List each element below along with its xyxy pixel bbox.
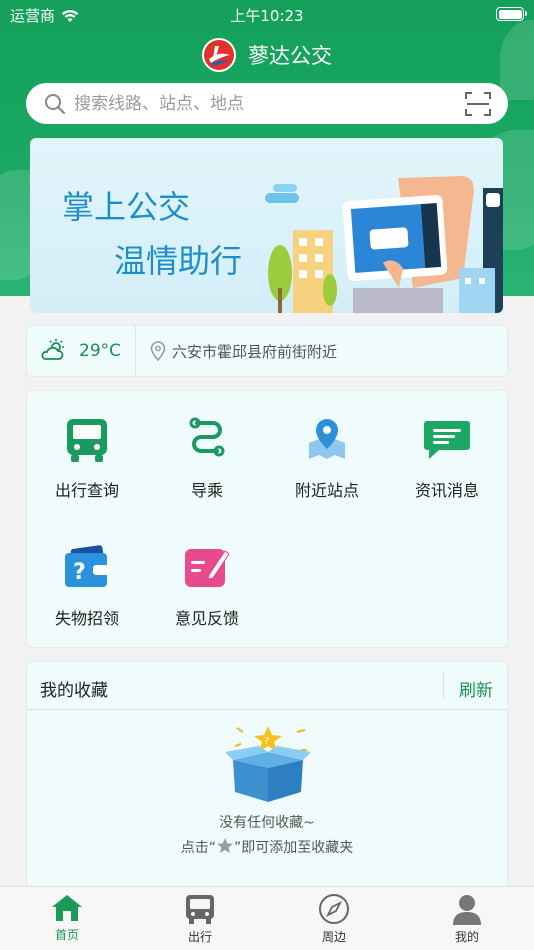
app-title: 蓼达公交: [248, 44, 332, 68]
tab-label: 首页: [54, 928, 79, 942]
favorites-empty-title: 没有任何收藏~: [219, 815, 315, 831]
bus-icon: [67, 419, 107, 462]
tab-label: 出行: [187, 930, 212, 944]
favorites-header-divider: [443, 672, 444, 698]
favorites-card: 我的收藏 刷新 ? 没有任何收藏~ 点击“ ”即可添加至收藏夹: [26, 661, 508, 891]
promo-banner[interactable]: 掌上公交 温情助行: [30, 138, 503, 313]
search-input[interactable]: [74, 93, 434, 114]
menu-lost-found[interactable]: ? 失物招领: [27, 545, 147, 629]
edit-icon: [185, 549, 230, 587]
partly-cloudy-icon: [41, 339, 64, 360]
tab-label: 我的: [454, 930, 479, 944]
tab-mine[interactable]: 我的: [417, 893, 517, 945]
location-info[interactable]: 六安市霍邱县府前街附近: [150, 341, 337, 362]
weather-temperature: 29°C: [79, 341, 122, 361]
tab-nearby[interactable]: 周边: [284, 893, 384, 945]
wallet-question-icon: ?: [65, 545, 109, 587]
menu-guide[interactable]: 导乘: [147, 417, 267, 501]
bottom-tab-bar: 首页 出行 周边 我的: [0, 886, 534, 950]
route-icon: [189, 417, 225, 457]
scan-icon[interactable]: [464, 91, 492, 117]
status-time: 上午10:23: [230, 7, 304, 25]
empty-box-icon: ?: [225, 726, 311, 802]
favorites-title: 我的收藏: [40, 681, 108, 701]
svg-text:?: ?: [73, 560, 86, 585]
compass-icon: [319, 894, 349, 924]
hint-suffix: ”即可添加至收藏夹: [234, 840, 354, 856]
weather-divider: [135, 325, 137, 377]
tab-trip[interactable]: 出行: [150, 893, 250, 945]
status-bar: 运营商 上午10:23: [0, 0, 534, 30]
location-pin-icon: [150, 341, 166, 361]
tab-home[interactable]: 首页: [17, 893, 117, 943]
banner-line-1: 掌上公交: [62, 188, 191, 226]
search-icon: [45, 93, 66, 114]
banner-illustration: [265, 176, 503, 313]
tab-label: 周边: [321, 930, 346, 944]
menu-trip-query[interactable]: 出行查询: [27, 417, 147, 501]
bus-icon: [186, 895, 214, 924]
user-icon: [453, 895, 481, 925]
star-icon: [217, 838, 233, 853]
map-pin-icon: [309, 419, 345, 459]
battery-icon: [496, 7, 527, 21]
search-bar[interactable]: [26, 83, 508, 124]
weather-location-bar: 29°C 六安市霍邱县府前街附近: [26, 325, 508, 377]
hint-prefix: 点击“: [180, 840, 216, 856]
app-title-row: 蓼达公交: [0, 36, 534, 74]
favorites-empty-hint: 点击“ ”即可添加至收藏夹: [27, 837, 507, 857]
menu-label: 附近站点: [294, 481, 359, 500]
location-text: 六安市霍邱县府前街附近: [172, 342, 338, 361]
banner-line-2: 温情助行: [114, 242, 243, 280]
svg-text:?: ?: [264, 736, 269, 747]
function-grid: 出行查询 导乘 附近站点 资讯消息 ? 失物招领 意见反馈: [26, 390, 508, 648]
menu-label: 资讯消息: [414, 481, 479, 500]
message-icon: [424, 421, 470, 459]
menu-label: 导乘: [190, 481, 223, 500]
menu-label: 出行查询: [54, 481, 119, 500]
app-logo-icon: [202, 38, 236, 72]
home-icon: [52, 895, 82, 921]
menu-label: 意见反馈: [174, 609, 239, 628]
menu-news[interactable]: 资讯消息: [387, 417, 507, 501]
menu-label: 失物招领: [54, 609, 119, 628]
menu-feedback[interactable]: 意见反馈: [147, 545, 267, 629]
menu-nearby-stations[interactable]: 附近站点: [267, 417, 387, 501]
favorites-header: 我的收藏 刷新: [27, 662, 507, 710]
refresh-button[interactable]: 刷新: [459, 676, 493, 701]
